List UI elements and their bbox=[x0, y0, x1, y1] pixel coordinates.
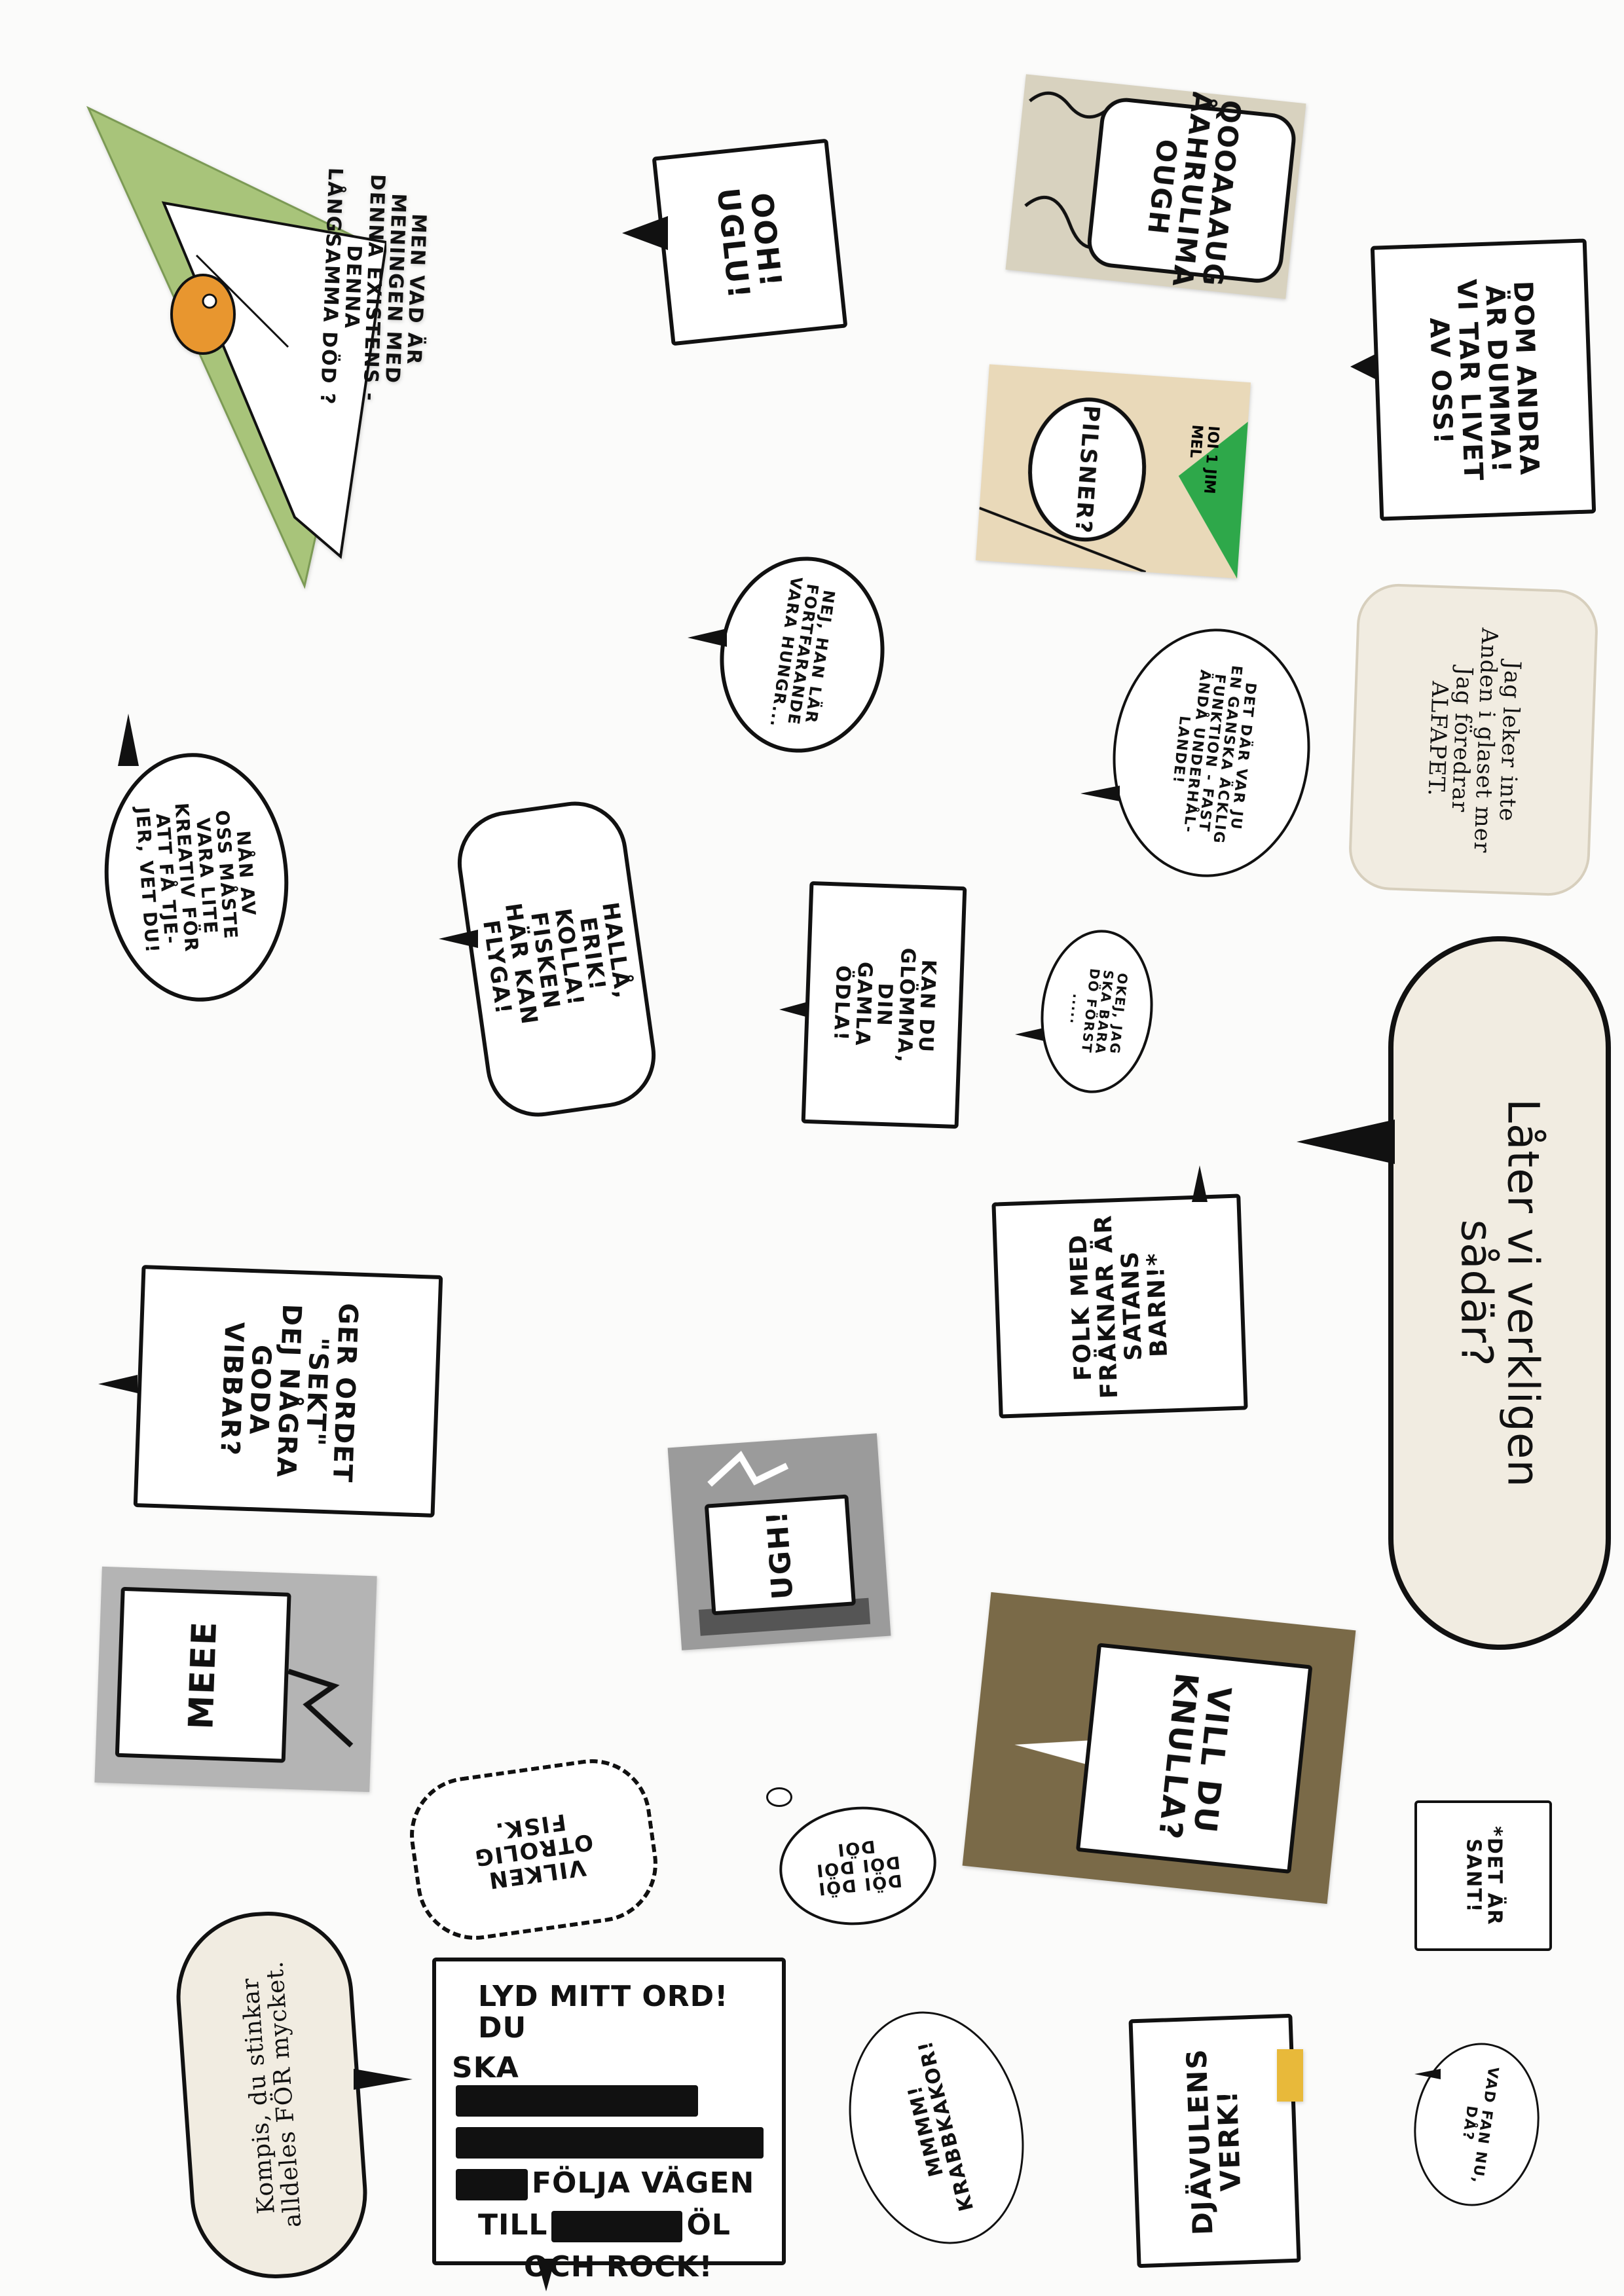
kompis-tail bbox=[354, 2069, 413, 2090]
kompis-bubble: Kompis, du stinkar alldeles FÖR mycket. bbox=[170, 1906, 373, 2284]
djavulens-bubble: DJÄVULENS VERK! bbox=[1128, 2013, 1301, 2269]
lyd-line-1: LYD MITT ORD! DU bbox=[478, 1981, 766, 2043]
lyd-line-4-text: FÖLJA VÄGEN bbox=[532, 2166, 755, 2200]
dom-andra-bubble: DOM ANDRA ÄR DUMMA! VI TAR LIVET AV OSS! bbox=[1370, 238, 1596, 521]
nan-av-oss-text: NÅN AV OSS MÅSTE VARA LITE KREATIV FÖR A… bbox=[131, 802, 261, 955]
yellow-fragment bbox=[1277, 2049, 1303, 2102]
folk-med-text: FOLK MED FRÄKNAR ÄR SATANS BARN!* bbox=[1065, 1214, 1173, 1400]
jag-leker-bubble: Jag leker inte Anden i glaset mer Jag fö… bbox=[1350, 585, 1596, 895]
thought-dot-icon bbox=[766, 1787, 792, 1807]
lyd-line-3 bbox=[452, 2126, 767, 2159]
folk-med-bubble: FOLK MED FRÄKNAR ÄR SATANS BARN!* bbox=[991, 1194, 1248, 1419]
ugh-clipping: UGH! bbox=[667, 1433, 891, 1650]
redaction-bar bbox=[456, 2126, 764, 2159]
dom-andra-text: DOM ANDRA ÄR DUMMA! VI TAR LIVET AV OSS! bbox=[1424, 278, 1545, 483]
vill-du-text: VILL DU KNULLA? bbox=[1151, 1671, 1238, 1842]
det-ar-sant-text: *DET ÄR SANT! bbox=[1462, 1825, 1506, 1926]
doi-doi-bubble: DÖI DÖI DÖI DÖI DÖI bbox=[773, 1798, 942, 1933]
kompis-text: Kompis, du stinkar alldeles FÖR mycket. bbox=[236, 1959, 307, 2229]
dom-andra-tail bbox=[1350, 354, 1376, 380]
vill-du-bubble: VILL DU KNULLA? bbox=[1075, 1643, 1313, 1874]
redaction-bar bbox=[456, 2085, 698, 2117]
kan-du-text: KAN DU GLÖMMA, DIN GAMLA ÖDLA! bbox=[829, 947, 940, 1065]
vill-du-clipping: VILL DU KNULLA? bbox=[962, 1592, 1356, 1904]
mmmm-text: MMMM! KRABBKAKOR! bbox=[903, 2037, 979, 2214]
meningen-clipping: MEN VAD ÄR MENINGEN MED DENNA EXISTENS -… bbox=[79, 98, 430, 596]
nan-av-oss-tail bbox=[118, 714, 139, 766]
ger-ordet-text: GER ORDET "SEKT" DEJ NÅGRA GODA VIBBAR? bbox=[214, 1302, 363, 1484]
det-ar-sant-bubble: *DET ÄR SANT! bbox=[1414, 1800, 1552, 1951]
redaction-bar bbox=[551, 2210, 683, 2242]
ooh-uglu-bubble: OOH! UGLU! bbox=[652, 138, 848, 346]
mmmm-bubble: MMMM! KRABBKAKOR! bbox=[825, 1992, 1048, 2263]
later-vi-text: Låter vi verkligen sådär? bbox=[1451, 1098, 1549, 1488]
det-dar-bubble: DET DÄR VAR JU EN GANSKA ÄCKLIG FUNKTION… bbox=[1100, 619, 1323, 887]
lyd-line-1-text: LYD MITT ORD! DU bbox=[478, 1980, 729, 2045]
lyd-line-2: SKA bbox=[452, 2052, 766, 2117]
later-vi-tail bbox=[1297, 1120, 1395, 1164]
lyd-line-5b-text: ÖL bbox=[686, 2208, 731, 2242]
nan-av-oss-bubble: NÅN AV OSS MÅSTE VARA LITE KREATIV FÖR A… bbox=[96, 746, 297, 1008]
nej-han-tail bbox=[688, 629, 727, 647]
meningen-text: MEN VAD ÄR MENINGEN MED DENNA EXISTENS -… bbox=[316, 167, 430, 406]
lyd-line-2-text: SKA bbox=[452, 2051, 519, 2085]
jag-leker-text: Jag leker inte Anden i glaset mer Jag fö… bbox=[1422, 627, 1526, 854]
folk-med-tail bbox=[1192, 1165, 1208, 1202]
doi-doi-text: DÖI DÖI DÖI DÖI DÖI bbox=[814, 1836, 904, 1899]
meee-tail-icon bbox=[287, 1668, 354, 1748]
halla-erik-text: HALLÅ, ERIK! KOLLA! FISKEN HÄR KAN FLYGA… bbox=[477, 900, 637, 1027]
halla-erik-bubble: HALLÅ, ERIK! KOLLA! FISKEN HÄR KAN FLYGA… bbox=[451, 795, 663, 1123]
pilsner-clipping: PILSNER? IOI 1 JIM MEL bbox=[976, 364, 1251, 579]
meningen-bubble: MEN VAD ÄR MENINGEN MED DENNA EXISTENS -… bbox=[297, 148, 451, 428]
lyd-mitt-ord-bubble: LYD MITT ORD! DU SKA FÖLJA VÄGEN TILL ÖL … bbox=[432, 1958, 786, 2282]
jim-mel-text: IOI 1 JIM MEL bbox=[1186, 424, 1222, 495]
frog-character-icon bbox=[170, 274, 236, 355]
aahrulimah-clipping: QOOAAAUG ÅÅAHRULIMAH OUGH bbox=[1005, 74, 1306, 299]
lyd-line-4: FÖLJA VÄGEN bbox=[452, 2166, 755, 2200]
djavulens-text: DJÄVULENS VERK! bbox=[1180, 2047, 1247, 2236]
okej-jag-tail bbox=[1015, 1028, 1044, 1041]
vad-fan-text: VAD FAN NU, DÅ? bbox=[1458, 2066, 1502, 2185]
vilken-fisk-text: VILKEN OTROLIG FISK. bbox=[472, 1808, 595, 1894]
vad-fan-bubble: VAD FAN NU, DÅ? bbox=[1403, 2034, 1550, 2215]
lyd-line-5: TILL ÖL bbox=[478, 2208, 731, 2242]
aahrulimah-text: QOOAAAUG ÅÅAHRULIMAH OUGH bbox=[1141, 74, 1247, 299]
kan-du-tail bbox=[779, 1002, 808, 1017]
det-dar-text: DET DÄR VAR JU EN GANSKA ÄCKLIG FUNKTION… bbox=[1169, 664, 1259, 845]
ooh-uglu-tail bbox=[622, 216, 668, 250]
nej-han-bubble: NEJ, HAN LÄR FORTFARANDE VARA HUNGR... bbox=[707, 546, 897, 763]
ugh-text: UGH! bbox=[760, 1508, 800, 1601]
vilken-fisk-bubble: VILKEN OTROLIG FISK. bbox=[402, 1751, 665, 1948]
vill-du-tail bbox=[1013, 1733, 1088, 1764]
lyd-tail bbox=[537, 2259, 555, 2291]
det-dar-tail bbox=[1080, 786, 1120, 801]
lyd-line-5a-text: TILL bbox=[478, 2208, 548, 2242]
meee-clipping: MEEE bbox=[94, 1566, 377, 1793]
vad-fan-tail bbox=[1414, 2069, 1441, 2079]
pilsner-text: PILSNER? bbox=[1069, 404, 1105, 536]
collage-page: MEN VAD ÄR MENINGEN MED DENNA EXISTENS -… bbox=[0, 0, 1624, 2296]
okej-jag-bubble: OKEJ, JAG SKA BARA DÖ FÖRST ..... bbox=[1033, 924, 1161, 1099]
aahrulimah-bubble: QOOAAAUG ÅÅAHRULIMAH OUGH bbox=[1084, 74, 1299, 299]
later-vi-bubble: Låter vi verkligen sådär? bbox=[1388, 936, 1611, 1650]
ger-ordet-tail bbox=[98, 1375, 138, 1393]
okej-jag-text: OKEJ, JAG SKA BARA DÖ FÖRST ..... bbox=[1067, 967, 1131, 1056]
kan-du-bubble: KAN DU GLÖMMA, DIN GAMLA ÖDLA! bbox=[801, 881, 967, 1129]
nej-han-text: NEJ, HAN LÄR FORTFARANDE VARA HUNGR... bbox=[766, 575, 838, 729]
ger-ordet-bubble: GER ORDET "SEKT" DEJ NÅGRA GODA VIBBAR? bbox=[133, 1265, 443, 1518]
halla-erik-tail bbox=[439, 930, 478, 948]
ooh-uglu-text: OOH! UGLU! bbox=[710, 186, 789, 302]
ugh-bubble: UGH! bbox=[704, 1494, 857, 1616]
redaction-bar bbox=[456, 2168, 528, 2200]
